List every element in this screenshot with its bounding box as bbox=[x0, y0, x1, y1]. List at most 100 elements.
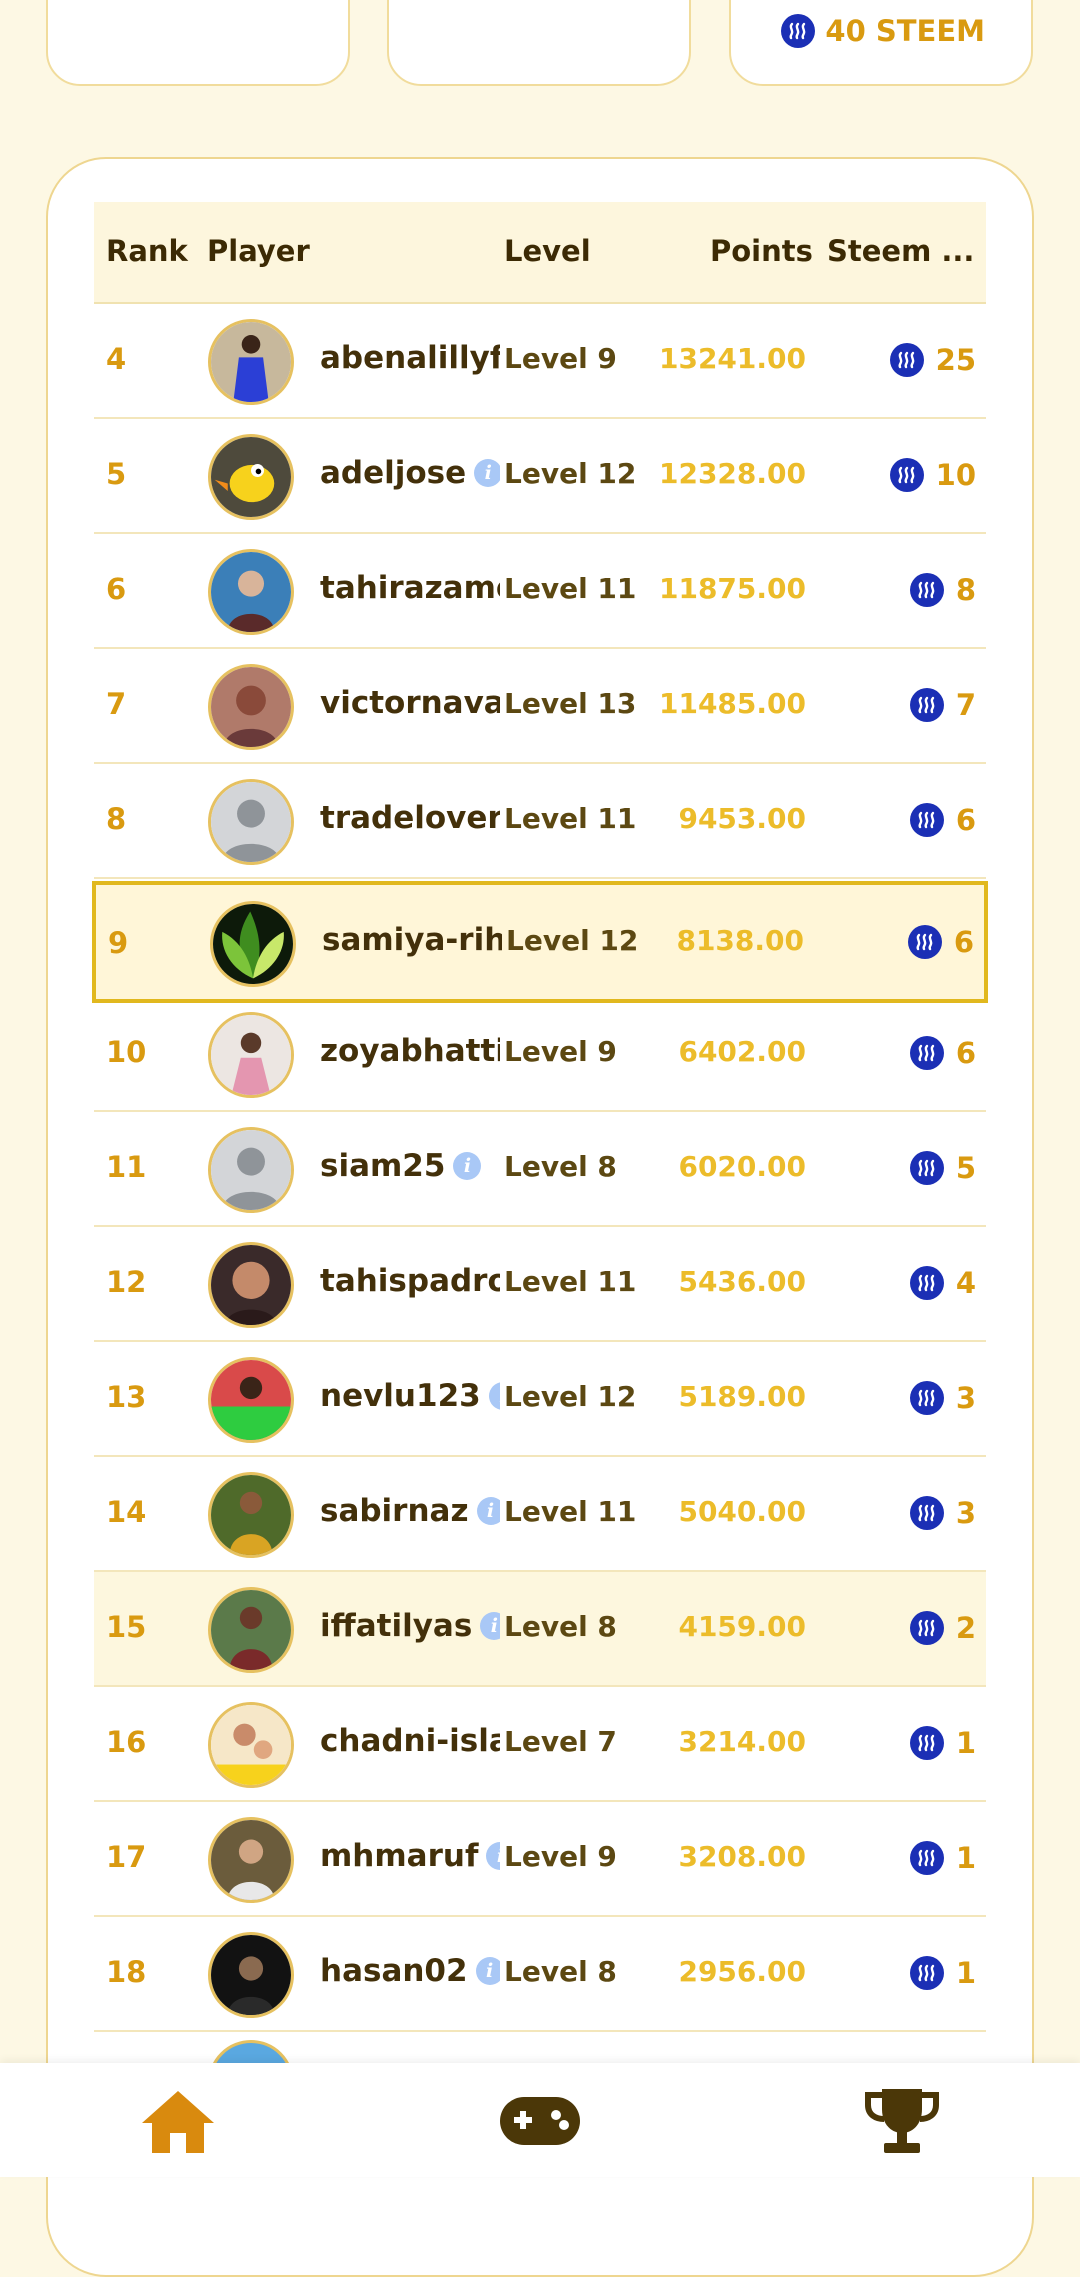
table-row[interactable]: 13 nevlu123iLevel 12 5189.00 3 bbox=[94, 1342, 986, 1457]
table-row-current-player[interactable]: 9 samiya-rih Level 12 8138.00 6 bbox=[92, 881, 988, 1003]
steem-amount: 6 bbox=[955, 803, 976, 837]
col-rank: Rank bbox=[106, 234, 188, 268]
col-level: Level bbox=[504, 234, 591, 268]
player-name[interactable]: nevlu123 bbox=[320, 1378, 481, 1414]
player-name-cell: abenalillyf bbox=[320, 340, 500, 376]
col-steem: Steem ... bbox=[827, 234, 975, 268]
player-name[interactable]: tradelover bbox=[320, 800, 500, 836]
player-name[interactable]: sabirnaz bbox=[320, 1493, 469, 1529]
player-name[interactable]: chadni-isla bbox=[320, 1723, 500, 1759]
info-icon[interactable]: i bbox=[488, 1382, 500, 1410]
col-player: Player bbox=[207, 234, 310, 268]
player-name-cell: tahirazame bbox=[320, 570, 500, 606]
player-name-cell: nevlu123i bbox=[320, 1378, 500, 1414]
table-row[interactable]: 14 sabirnaz i Level 11 5040.00 3 bbox=[94, 1457, 986, 1572]
nav-home[interactable] bbox=[138, 2085, 218, 2155]
table-row[interactable]: 5 adeljose i Level 12 12328.00 10 bbox=[94, 419, 986, 534]
player-name[interactable]: tahispadro bbox=[320, 1263, 500, 1299]
player-name[interactable]: siam25 bbox=[320, 1148, 445, 1184]
info-icon[interactable]: i bbox=[474, 459, 500, 487]
player-name-cell: tradelover bbox=[320, 800, 500, 836]
table-row[interactable]: 17 mhmaruf iLevel 9 3208.00 1 bbox=[94, 1802, 986, 1917]
steem-reward-cell: 10 bbox=[889, 458, 976, 492]
steem-amount: 3 bbox=[955, 1496, 976, 1530]
steem-amount: 6 bbox=[955, 1036, 976, 1070]
player-name[interactable]: adeljose bbox=[320, 455, 466, 491]
steem-icon bbox=[909, 1841, 944, 1875]
rank-cell: 13 bbox=[106, 1380, 147, 1414]
summary-card-1 bbox=[46, 0, 350, 86]
trophy-icon bbox=[865, 2089, 939, 2153]
rank-cell: 10 bbox=[106, 1035, 147, 1069]
player-name[interactable]: abenalillyf bbox=[320, 340, 500, 376]
points-cell: 8138.00 bbox=[676, 924, 804, 957]
points-cell: 5040.00 bbox=[678, 1495, 806, 1528]
avatar bbox=[208, 434, 294, 520]
rank-cell: 15 bbox=[106, 1610, 147, 1644]
steem-reward-cell: 25 bbox=[889, 343, 976, 377]
steem-icon bbox=[909, 688, 944, 722]
table-row[interactable]: 4 abenalillyf Level 9 13241.00 25 bbox=[94, 304, 986, 419]
steem-reward-cell: 1 bbox=[909, 1841, 976, 1875]
level-cell: Level 12 bbox=[504, 1380, 637, 1413]
points-cell: 5436.00 bbox=[678, 1265, 806, 1298]
steem-reward-cell: 1 bbox=[909, 1726, 976, 1760]
table-row[interactable]: 6 tahirazame Level 11 11875.00 8 bbox=[94, 534, 986, 649]
player-name-cell: adeljose i bbox=[320, 455, 500, 491]
avatar bbox=[208, 664, 294, 750]
points-cell: 11875.00 bbox=[658, 572, 806, 605]
table-row[interactable]: 10 zoyabhatti Level 9 6402.00 6 bbox=[94, 997, 986, 1112]
table-row[interactable]: 12 tahispadro Level 11 5436.00 4 bbox=[94, 1227, 986, 1342]
points-cell: 6020.00 bbox=[678, 1150, 806, 1183]
player-name-cell: iffatilyas i bbox=[320, 1608, 500, 1644]
points-cell: 2956.00 bbox=[678, 1955, 806, 1988]
table-row[interactable]: 8 tradelover Level 11 9453.00 6 bbox=[94, 764, 986, 879]
player-name[interactable]: tahirazame bbox=[320, 570, 500, 606]
steem-icon bbox=[889, 343, 924, 377]
player-name[interactable]: iffatilyas bbox=[320, 1608, 472, 1644]
player-name-cell: samiya-rih bbox=[322, 922, 502, 958]
level-cell: Level 11 bbox=[504, 572, 637, 605]
player-name[interactable]: samiya-rih bbox=[322, 922, 502, 958]
nav-leaderboard[interactable] bbox=[862, 2085, 942, 2155]
rank-cell: 6 bbox=[106, 572, 127, 606]
steem-icon bbox=[909, 1611, 944, 1645]
rank-cell: 18 bbox=[106, 1955, 147, 1989]
avatar bbox=[208, 1587, 294, 1673]
points-cell: 3214.00 bbox=[678, 1725, 806, 1758]
info-icon[interactable]: i bbox=[486, 1842, 500, 1870]
steem-reward-cell: 5 bbox=[909, 1151, 976, 1185]
points-cell: 12328.00 bbox=[658, 457, 806, 490]
info-icon[interactable]: i bbox=[476, 1497, 500, 1525]
player-name[interactable]: victornava bbox=[320, 685, 500, 721]
player-name[interactable]: mhmaruf bbox=[320, 1838, 478, 1874]
info-icon[interactable]: i bbox=[453, 1152, 482, 1180]
player-name[interactable]: zoyabhatti bbox=[320, 1033, 500, 1069]
steem-icon bbox=[909, 1956, 944, 1990]
level-cell: Level 9 bbox=[504, 1840, 617, 1873]
home-icon bbox=[142, 2091, 214, 2153]
table-row[interactable]: 18 hasan02 i Level 8 2956.00 1 bbox=[94, 1917, 986, 2032]
level-cell: Level 12 bbox=[504, 457, 637, 490]
level-cell: Level 9 bbox=[504, 1035, 617, 1068]
steem-icon bbox=[909, 1266, 944, 1300]
info-icon[interactable]: i bbox=[475, 1957, 500, 1985]
steem-icon bbox=[909, 1726, 944, 1760]
player-name[interactable]: hasan02 bbox=[320, 1953, 468, 1989]
nav-games[interactable] bbox=[498, 2085, 582, 2155]
steem-reward-cell: 4 bbox=[909, 1266, 976, 1300]
table-row[interactable]: 16 chadni-isla Level 7 3214.00 1 bbox=[94, 1687, 986, 1802]
points-cell: 5189.00 bbox=[678, 1380, 806, 1413]
steem-amount: 1 bbox=[955, 1956, 976, 1990]
table-row[interactable]: 7 victornava Level 13 11485.00 7 bbox=[94, 649, 986, 764]
steem-amount: 6 bbox=[953, 925, 974, 959]
table-row[interactable]: 11 siam25 i Level 8 6020.00 5 bbox=[94, 1112, 986, 1227]
table-row[interactable]: 15 iffatilyas i Level 8 4159.00 2 bbox=[94, 1572, 986, 1687]
steem-icon bbox=[909, 1151, 944, 1185]
info-icon[interactable]: i bbox=[480, 1612, 500, 1640]
summary-card-2 bbox=[387, 0, 691, 86]
level-cell: Level 13 bbox=[504, 687, 637, 720]
steem-reward-cell: 1 bbox=[909, 1956, 976, 1990]
level-cell: Level 8 bbox=[504, 1150, 617, 1183]
player-name-cell: zoyabhatti bbox=[320, 1033, 500, 1069]
